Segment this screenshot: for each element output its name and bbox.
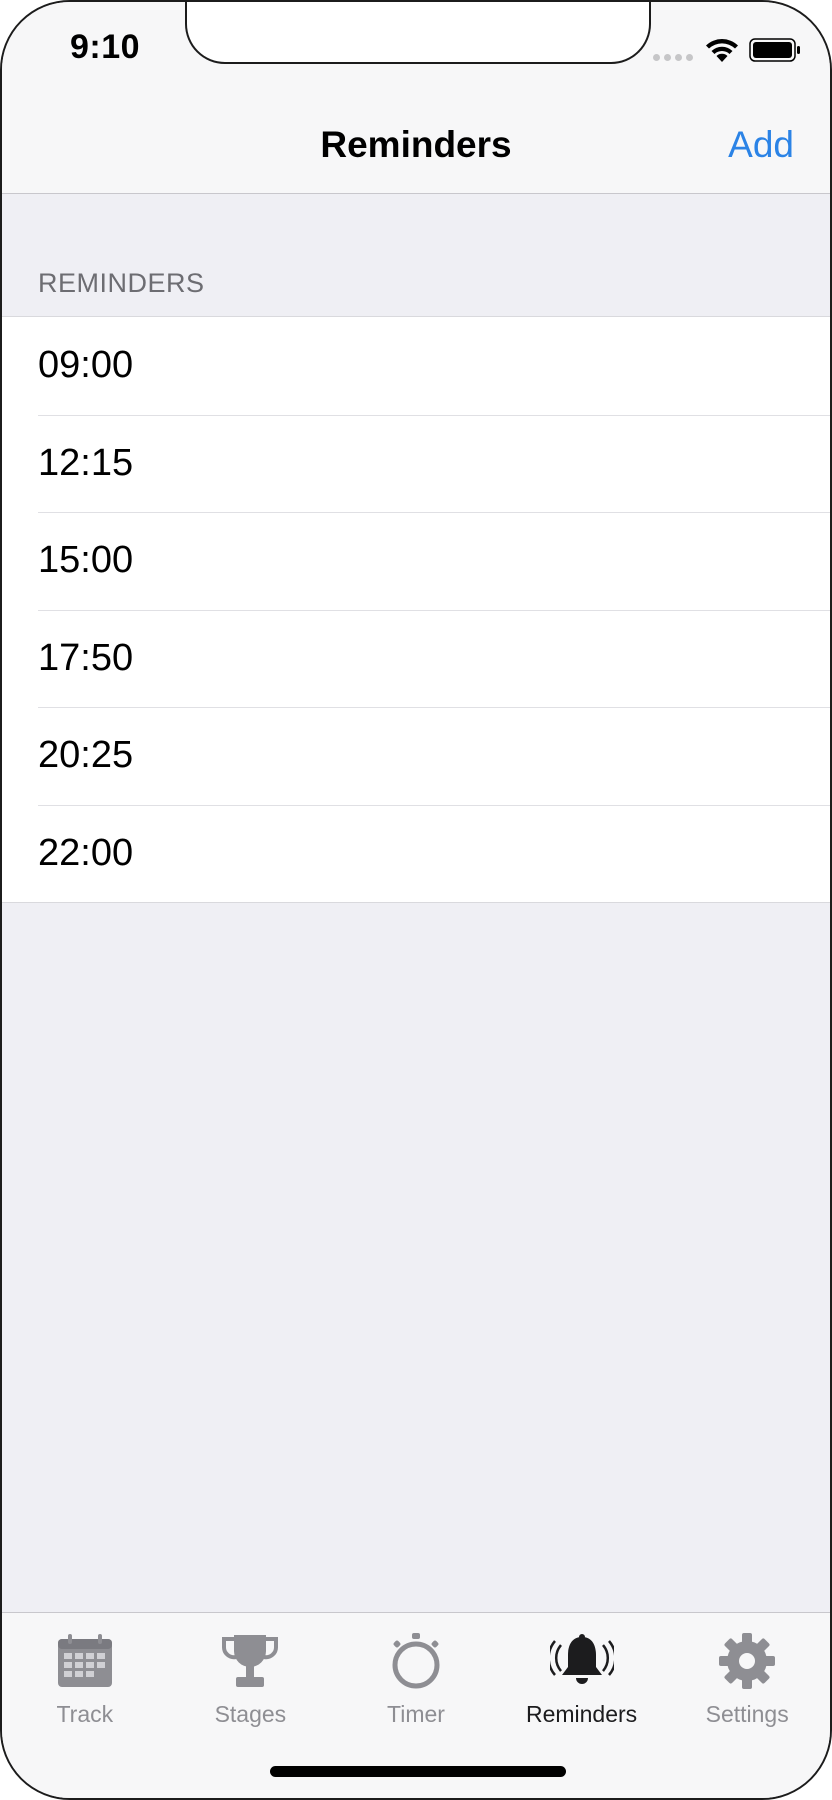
section-header: REMINDERS — [38, 268, 205, 298]
tab-label: Reminders — [525, 1701, 638, 1727]
tab-label: Track — [56, 1701, 114, 1727]
phone-screen: 9:10 Reminders Add REMINDERS 09:00 12:15… — [0, 0, 832, 1800]
tab-stages[interactable]: Stages — [168, 1613, 334, 1728]
status-time: 9:10 — [70, 28, 141, 66]
reminder-row[interactable]: 12:15 — [2, 414, 830, 513]
signal-dots-icon — [653, 54, 693, 61]
tab-track[interactable]: Track — [2, 1613, 168, 1728]
tab-label: Stages — [214, 1701, 287, 1727]
stopwatch-icon — [384, 1629, 448, 1693]
reminder-row[interactable]: 15:00 — [2, 512, 830, 610]
reminder-row[interactable]: 17:50 — [2, 609, 830, 708]
tab-reminders[interactable]: Reminders — [499, 1613, 665, 1728]
home-indicator[interactable] — [270, 1766, 566, 1777]
reminder-row[interactable]: 22:00 — [2, 804, 830, 903]
navigation-bar: Reminders Add — [2, 66, 830, 194]
tab-label: Timer — [387, 1701, 445, 1727]
tab-settings[interactable]: Settings — [664, 1613, 830, 1728]
page-title: Reminders — [320, 124, 512, 165]
bell-ringing-icon — [549, 1629, 614, 1693]
battery-icon — [749, 38, 800, 62]
status-bar: 9:10 — [2, 2, 830, 66]
tab-label: Settings — [705, 1701, 789, 1727]
reminder-row[interactable]: 20:25 — [2, 707, 830, 805]
wifi-icon — [706, 39, 738, 62]
calendar-icon — [53, 1629, 117, 1693]
trophy-icon — [218, 1629, 282, 1693]
tab-timer[interactable]: Timer — [333, 1613, 499, 1728]
gear-icon — [715, 1629, 779, 1693]
reminders-list: 09:00 12:15 15:00 17:50 20:25 22:00 — [2, 316, 830, 903]
add-reminder-button[interactable]: Add — [728, 124, 794, 166]
notch — [185, 2, 651, 64]
reminder-row[interactable]: 09:00 — [2, 317, 830, 415]
